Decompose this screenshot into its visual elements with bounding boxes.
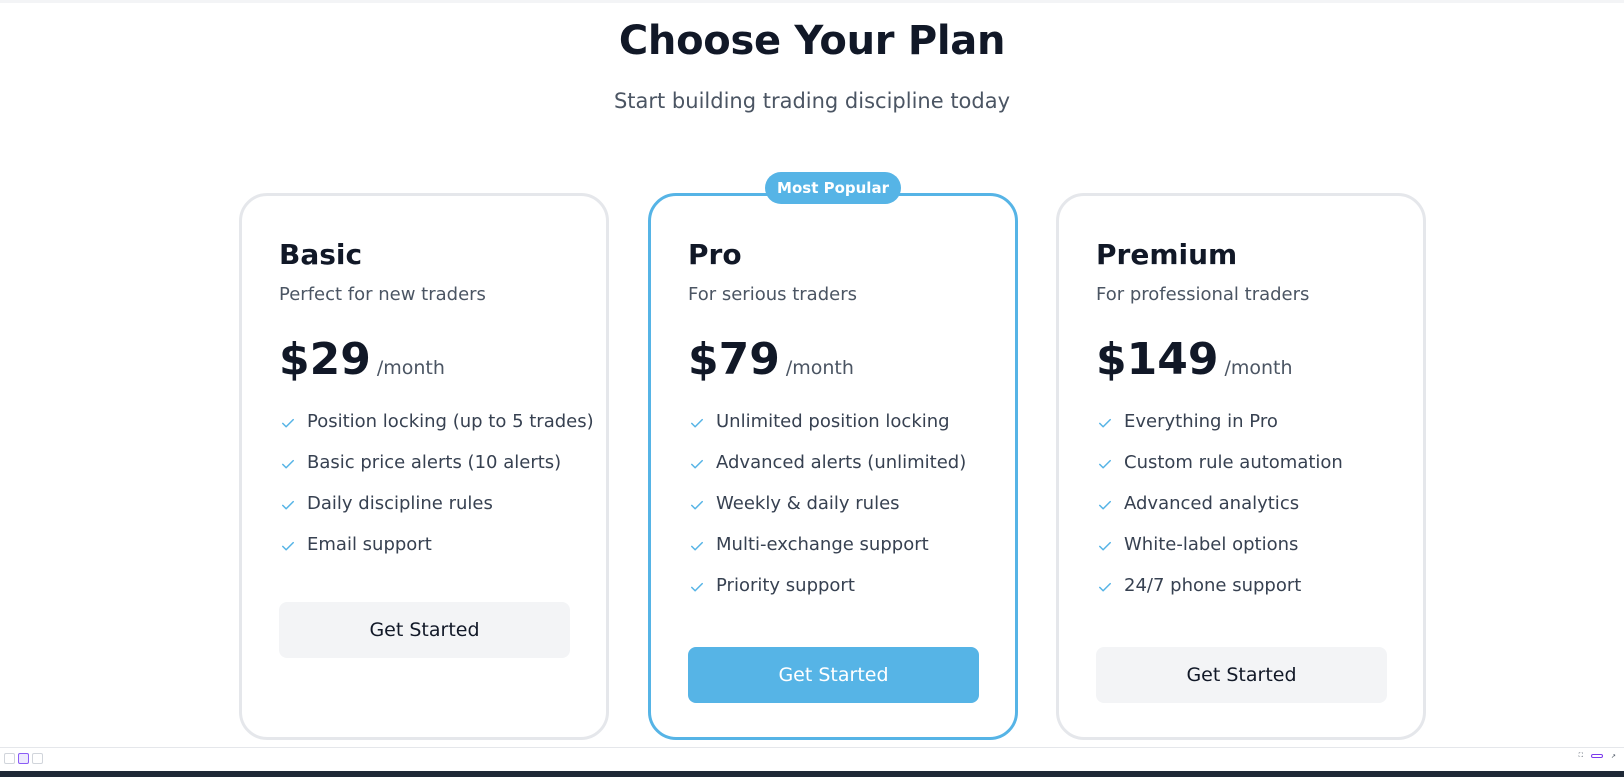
- check-icon: [691, 418, 703, 428]
- check-icon: [691, 582, 703, 592]
- check-icon: [691, 459, 703, 469]
- prev-icon[interactable]: [4, 753, 15, 764]
- check-icon: [282, 500, 294, 510]
- get-started-button-premium[interactable]: Get Started: [1096, 647, 1387, 703]
- check-icon: [282, 541, 294, 551]
- plan-card-basic: Basic Perfect for new traders $29 /month…: [239, 193, 609, 740]
- feature-item: Position locking (up to 5 trades): [279, 411, 599, 452]
- price-amount: $149: [1096, 334, 1219, 385]
- plan-name: Premium: [1096, 238, 1238, 271]
- feature-text: Advanced alerts (unlimited): [716, 452, 967, 473]
- plan-description: For serious traders: [688, 284, 857, 305]
- plan-card-pro: Pro For serious traders $79 /month Unlim…: [648, 193, 1018, 740]
- feature-item: Advanced analytics: [1096, 493, 1416, 534]
- plan-price: $79 /month: [688, 334, 854, 385]
- feature-text: Everything in Pro: [1124, 411, 1278, 432]
- top-divider: [0, 0, 1624, 3]
- feature-item: Everything in Pro: [1096, 411, 1416, 452]
- feature-text: Weekly & daily rules: [716, 493, 900, 514]
- page-title: Choose Your Plan: [618, 18, 1006, 64]
- bottom-toolbar: ⛶ ↗: [0, 747, 1624, 771]
- price-period: /month: [376, 357, 445, 379]
- price-period: /month: [785, 357, 854, 379]
- feature-item: Daily discipline rules: [279, 493, 599, 534]
- feature-text: Daily discipline rules: [307, 493, 493, 514]
- plan-description: For professional traders: [1096, 284, 1310, 305]
- feature-text: Priority support: [716, 575, 855, 596]
- plan-card-premium: Premium For professional traders $149 /m…: [1056, 193, 1426, 740]
- page-subtitle: Start building trading discipline today: [613, 89, 1011, 113]
- plan-name: Pro: [688, 238, 742, 271]
- feature-text: Multi-exchange support: [716, 534, 929, 555]
- expand-icon[interactable]: ⛶: [1579, 752, 1583, 760]
- feature-list: Unlimited position locking Advanced aler…: [688, 411, 1008, 616]
- feature-text: Custom rule automation: [1124, 452, 1343, 473]
- feature-text: Unlimited position locking: [716, 411, 950, 432]
- next-icon[interactable]: [32, 753, 43, 764]
- price-amount: $29: [279, 334, 371, 385]
- toolbar-pill-button[interactable]: [1590, 754, 1603, 758]
- get-started-button-pro[interactable]: Get Started: [688, 647, 979, 703]
- plan-description: Perfect for new traders: [279, 284, 486, 305]
- check-icon: [282, 418, 294, 428]
- feature-item: Unlimited position locking: [688, 411, 1008, 452]
- most-popular-badge: Most Popular: [765, 172, 901, 204]
- feature-item: 24/7 phone support: [1096, 575, 1416, 616]
- feature-list: Everything in Pro Custom rule automation…: [1096, 411, 1416, 616]
- share-icon[interactable]: ↗: [1611, 753, 1616, 760]
- bottom-strip: [0, 771, 1624, 777]
- toolbar-right-controls: ⛶ ↗: [1579, 752, 1616, 760]
- feature-item: Weekly & daily rules: [688, 493, 1008, 534]
- feature-item: Advanced alerts (unlimited): [688, 452, 1008, 493]
- price-period: /month: [1224, 357, 1293, 379]
- feature-text: Advanced analytics: [1124, 493, 1300, 514]
- check-icon: [1099, 418, 1111, 428]
- feature-item: White-label options: [1096, 534, 1416, 575]
- plan-name: Basic: [279, 238, 363, 271]
- feature-item: Basic price alerts (10 alerts): [279, 452, 599, 493]
- check-icon: [1099, 541, 1111, 551]
- check-icon: [1099, 459, 1111, 469]
- feature-item: Email support: [279, 534, 599, 575]
- check-icon: [1099, 582, 1111, 592]
- feature-item: Custom rule automation: [1096, 452, 1416, 493]
- feature-item: Multi-exchange support: [688, 534, 1008, 575]
- feature-text: Basic price alerts (10 alerts): [307, 452, 562, 473]
- feature-text: Position locking (up to 5 trades): [307, 411, 594, 432]
- check-icon: [1099, 500, 1111, 510]
- page-icon[interactable]: [18, 753, 29, 764]
- feature-text: Email support: [307, 534, 432, 555]
- feature-list: Position locking (up to 5 trades) Basic …: [279, 411, 599, 575]
- toolbar-left-controls: [4, 753, 43, 764]
- check-icon: [691, 541, 703, 551]
- price-amount: $79: [688, 334, 780, 385]
- feature-text: 24/7 phone support: [1124, 575, 1302, 596]
- plan-price: $149 /month: [1096, 334, 1293, 385]
- check-icon: [691, 500, 703, 510]
- feature-text: White-label options: [1124, 534, 1299, 555]
- check-icon: [282, 459, 294, 469]
- plan-price: $29 /month: [279, 334, 445, 385]
- get-started-button-basic[interactable]: Get Started: [279, 602, 570, 658]
- feature-item: Priority support: [688, 575, 1008, 616]
